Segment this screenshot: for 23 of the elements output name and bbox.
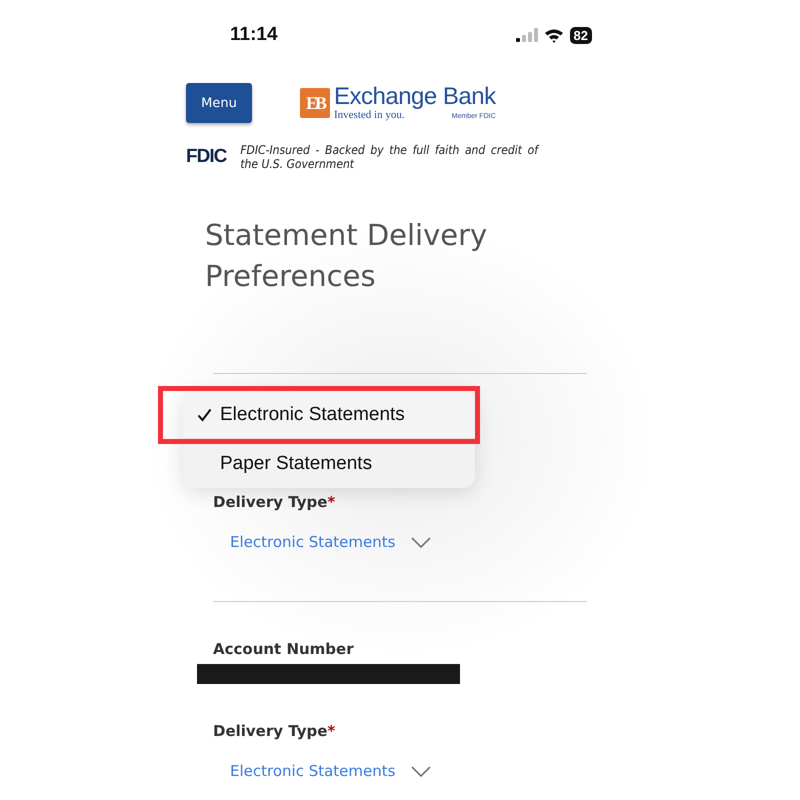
field-label: Delivery Type [213,493,328,511]
chevron-down-icon [411,536,432,548]
dropdown-option[interactable]: Electronic Statements [183,391,475,439]
field-label: Account Number [213,640,354,658]
delivery-type-select[interactable]: Electronic Statements [230,762,800,780]
field-label: Delivery Type [213,722,328,740]
signal-icon [516,28,538,42]
bank-name: Exchange Bank [334,85,496,109]
fdic-logo: FDIC [186,146,226,168]
delivery-type-select[interactable]: Electronic Statements [230,533,800,551]
menu-button[interactable]: Menu [186,83,252,123]
bank-logo-mark: EB [300,88,330,118]
checkmark-icon [197,408,212,422]
battery-level: 82 [570,26,592,44]
required-marker: * [327,722,336,740]
fdic-notice: FDIC-Insured - Backed by the full faith and credit of the U.S. Government [240,143,538,171]
required-marker: * [327,493,336,511]
chevron-down-icon [411,766,432,776]
clock-time: 11:14 [230,24,278,46]
dropdown-option[interactable]: Paper Statements [183,440,475,488]
wifi-icon [544,28,564,42]
page-title: Statement Delivery Preferences [205,217,488,295]
bank-tagline: Invested in you. [334,109,405,121]
